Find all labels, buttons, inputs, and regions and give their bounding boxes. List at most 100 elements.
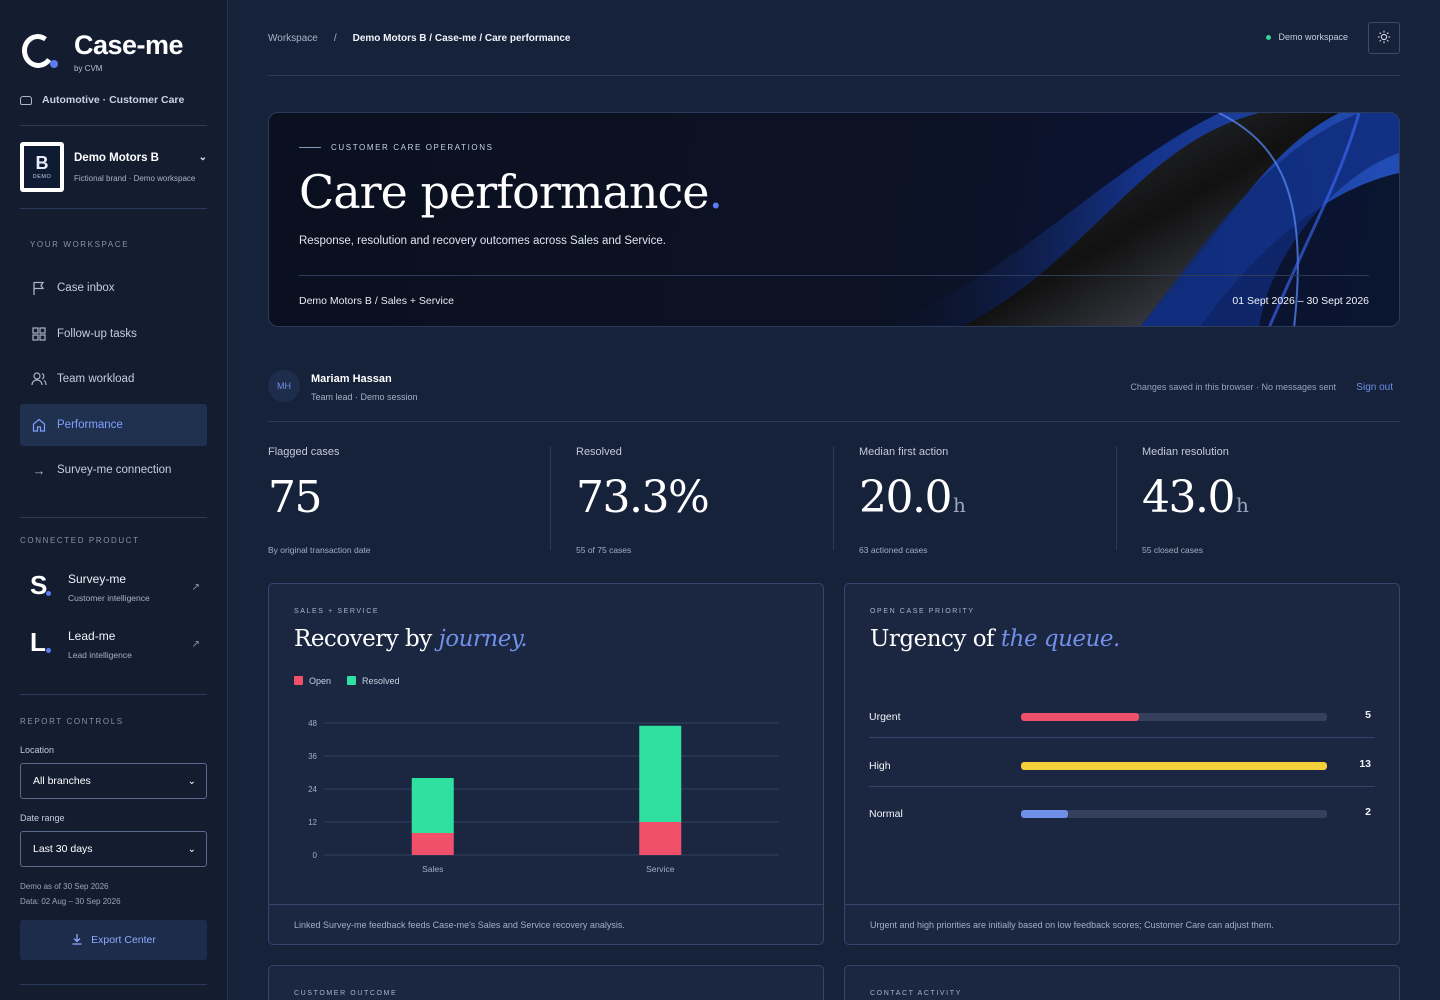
priority-count: 2: [1365, 806, 1371, 818]
page-title-text: Care performance: [299, 165, 709, 219]
brand-note: Fictional brand · Demo workspace: [74, 173, 196, 183]
hero-banner: CUSTOMER CARE OPERATIONS Care performanc…: [268, 112, 1400, 327]
kpi-label: Resolved: [576, 446, 622, 458]
lead-me-logo-icon: L: [30, 629, 56, 655]
sidebar-item-survey-me-connection[interactable]: → Survey-me connection: [20, 449, 207, 491]
product-name: Survey-me: [68, 572, 127, 586]
connected-product-label: CONNECTED PRODUCT: [20, 536, 140, 545]
kpi-label: Median resolution: [1142, 446, 1229, 458]
chevron-down-icon: ⌄: [187, 775, 196, 787]
contact-activity-card: CONTACT ACTIVITY: [844, 965, 1400, 1000]
avatar[interactable]: MH: [268, 370, 300, 402]
priority-bar-fill: [1021, 713, 1139, 721]
product-desc: Customer intelligence: [68, 593, 150, 603]
theme-toggle-button[interactable]: [1368, 22, 1400, 54]
kpi-note: By original transaction date: [268, 545, 371, 555]
divider: [20, 694, 207, 695]
priority-count: 13: [1359, 758, 1371, 770]
priority-row-normal[interactable]: Normal 2: [869, 786, 1375, 835]
export-center-button[interactable]: Export Center: [20, 920, 207, 960]
brand-switcher[interactable]: B DEMO Demo Motors B ⌄ Fictional brand · …: [20, 142, 207, 192]
product-survey-me[interactable]: S Survey-me Customer intelligence ↗: [30, 572, 200, 603]
location-select[interactable]: All branches ⌄: [20, 763, 207, 799]
sidebar-item-performance[interactable]: Performance: [20, 404, 207, 446]
chevron-down-icon[interactable]: ⌄: [199, 152, 207, 163]
kpi-divider: [1116, 446, 1117, 550]
hero-scope: Demo Motors B / Sales + Service: [299, 295, 454, 307]
card-kicker: CUSTOMER OUTCOME: [294, 990, 398, 997]
kpi-value-number: 73.3%: [576, 472, 710, 523]
app-byline: by CVM: [74, 64, 103, 73]
y-tick-label: 48: [308, 719, 317, 728]
sidebar-item-case-inbox[interactable]: Case inbox: [20, 267, 207, 309]
external-link-icon[interactable]: ↗: [192, 582, 200, 593]
kpi-median-first-action: Median first action 20.0 h 63 actioned ca…: [859, 446, 1099, 555]
priority-row-high[interactable]: High 13: [869, 738, 1375, 787]
save-status: Changes saved in this browser · No messa…: [1130, 382, 1336, 392]
workspace-status-text: Demo workspace: [1278, 32, 1348, 42]
kpi-value: 43.0 h: [1142, 472, 1382, 531]
arrow-right-icon: →: [32, 462, 46, 478]
priority-label: Normal: [869, 808, 903, 820]
date-range-select[interactable]: Last 30 days ⌄: [20, 831, 207, 867]
car-icon: [20, 95, 32, 105]
kpi-note: 55 closed cases: [1142, 545, 1203, 555]
breadcrumb-separator: /: [333, 33, 337, 44]
sidebar-item-follow-up-tasks[interactable]: Follow-up tasks: [20, 313, 207, 355]
grid-icon: [31, 326, 47, 342]
priority-count: 5: [1365, 709, 1371, 721]
flag-icon: [31, 280, 47, 296]
y-tick-label: 12: [308, 818, 317, 827]
product-lead-me[interactable]: L Lead-me Lead intelligence ↗: [30, 629, 200, 660]
divider: [20, 208, 207, 209]
y-tick-label: 36: [308, 752, 317, 761]
x-tick-label: Service: [646, 864, 675, 874]
download-icon: [71, 933, 83, 948]
sign-out-link[interactable]: Sign out: [1356, 382, 1393, 393]
case-me-logo-icon: [19, 30, 62, 71]
kpi-label: Median first action: [859, 446, 949, 458]
page-title: Care performance.: [299, 165, 723, 219]
external-link-icon[interactable]: ↗: [192, 639, 200, 650]
app-title: Case-me: [74, 30, 184, 60]
bar-open-service: [639, 822, 682, 855]
date-range-label: Date range: [20, 813, 65, 823]
priority-label: High: [869, 760, 891, 772]
card-title-emphasis: the queue.: [1000, 626, 1120, 652]
session-bar: MH Mariam Hassan Team lead · Demo sessio…: [268, 368, 1400, 422]
kpi-divider: [550, 446, 551, 550]
kpi-unit: h: [1235, 493, 1249, 517]
demo-data-range: Data: 02 Aug – 30 Sep 2026: [20, 897, 121, 906]
status-dot-icon: [1266, 34, 1272, 40]
card-kicker: CONTACT ACTIVITY: [870, 990, 962, 997]
kpi-note: 63 actioned cases: [859, 545, 928, 555]
kpi-unit: h: [952, 493, 966, 517]
divider: [20, 984, 207, 985]
location-label: Location: [20, 745, 55, 755]
divider: [20, 517, 207, 518]
demo-as-of: Demo as of 30 Sep 2026: [20, 882, 109, 891]
breadcrumb-current: Demo Motors B / Case-me / Care performan…: [352, 33, 571, 44]
date-range-value: Last 30 days: [33, 843, 93, 855]
urgency-of-queue-card: OPEN CASE PRIORITY Urgency of the queue.…: [844, 583, 1400, 945]
kpi-resolved: Resolved 73.3% 55 of 75 cases: [576, 446, 816, 555]
sidebar-item-label: Case inbox: [57, 282, 115, 294]
breadcrumb-root[interactable]: Workspace: [268, 33, 318, 44]
sun-icon: [1377, 30, 1391, 47]
bar-resolved-service: [639, 725, 682, 822]
app-logo[interactable]: Case-me by CVM: [19, 30, 184, 73]
priority-label: Urgent: [869, 711, 901, 723]
card-footer: Linked Survey-me feedback feeds Case-me'…: [269, 904, 823, 944]
brand-logo: B DEMO: [20, 142, 64, 192]
brand-letter: B: [35, 153, 49, 173]
y-tick-label: 24: [308, 785, 317, 794]
home-icon: [31, 417, 47, 433]
divider: [20, 125, 207, 126]
report-controls-label: REPORT CONTROLS: [20, 717, 124, 726]
sidebar: Case-me by CVM Automotive · Customer Car…: [0, 0, 228, 1000]
kpi-note: 55 of 75 cases: [576, 545, 632, 555]
priority-row-urgent[interactable]: Urgent 5: [869, 689, 1375, 738]
export-center-label: Export Center: [91, 934, 156, 946]
sidebar-item-team-workload[interactable]: Team workload: [20, 358, 207, 400]
workspace-section-label: YOUR WORKSPACE: [30, 240, 130, 249]
